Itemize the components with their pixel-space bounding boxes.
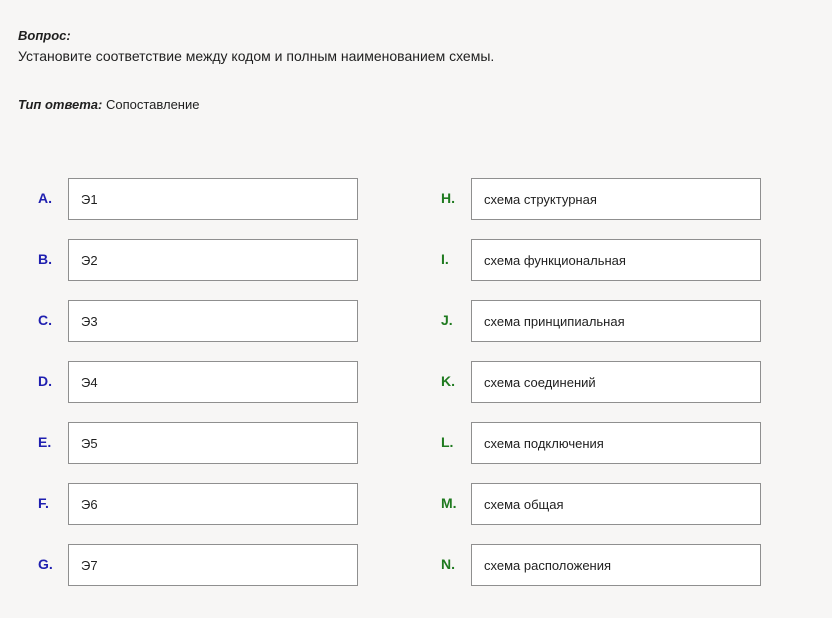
item-letter: M. <box>441 495 457 511</box>
answer-type: Тип ответа: Сопоставление <box>18 97 199 112</box>
item-name: схема соединений <box>484 375 596 390</box>
item-letter: F. <box>38 495 49 511</box>
item-code: Э1 <box>81 192 98 207</box>
item-name: схема функциональная <box>484 253 626 268</box>
match-box-l[interactable]: схема подключения <box>471 422 761 464</box>
item-letter: A. <box>38 190 52 206</box>
match-box-k[interactable]: схема соединений <box>471 361 761 403</box>
item-letter: D. <box>38 373 52 389</box>
item-code: Э4 <box>81 375 98 390</box>
item-letter: K. <box>441 373 455 389</box>
match-box-n[interactable]: схема расположения <box>471 544 761 586</box>
item-name: схема структурная <box>484 192 597 207</box>
match-box-j[interactable]: схема принципиальная <box>471 300 761 342</box>
match-box-m[interactable]: схема общая <box>471 483 761 525</box>
question-label: Вопрос: <box>18 28 71 43</box>
match-box-b[interactable]: Э2 <box>68 239 358 281</box>
match-box-e[interactable]: Э5 <box>68 422 358 464</box>
item-name: схема подключения <box>484 436 604 451</box>
match-box-h[interactable]: схема структурная <box>471 178 761 220</box>
match-box-i[interactable]: схема функциональная <box>471 239 761 281</box>
match-box-d[interactable]: Э4 <box>68 361 358 403</box>
item-letter: I. <box>441 251 449 267</box>
item-name: схема принципиальная <box>484 314 625 329</box>
item-code: Э3 <box>81 314 98 329</box>
match-box-c[interactable]: Э3 <box>68 300 358 342</box>
item-letter: L. <box>441 434 454 450</box>
item-letter: N. <box>441 556 455 572</box>
match-box-a[interactable]: Э1 <box>68 178 358 220</box>
question-text: Установите соответствие между кодом и по… <box>18 48 495 64</box>
answer-type-label: Тип ответа: <box>18 97 103 112</box>
item-code: Э6 <box>81 497 98 512</box>
item-letter: E. <box>38 434 52 450</box>
item-letter: J. <box>441 312 453 328</box>
item-letter: H. <box>441 190 455 206</box>
match-box-f[interactable]: Э6 <box>68 483 358 525</box>
item-letter: C. <box>38 312 52 328</box>
item-code: Э7 <box>81 558 98 573</box>
item-name: схема общая <box>484 497 564 512</box>
item-letter: B. <box>38 251 52 267</box>
answer-type-value: Сопоставление <box>105 97 200 112</box>
item-code: Э2 <box>81 253 98 268</box>
match-box-g[interactable]: Э7 <box>68 544 358 586</box>
item-code: Э5 <box>81 436 98 451</box>
item-name: схема расположения <box>484 558 612 573</box>
item-letter: G. <box>38 556 53 572</box>
